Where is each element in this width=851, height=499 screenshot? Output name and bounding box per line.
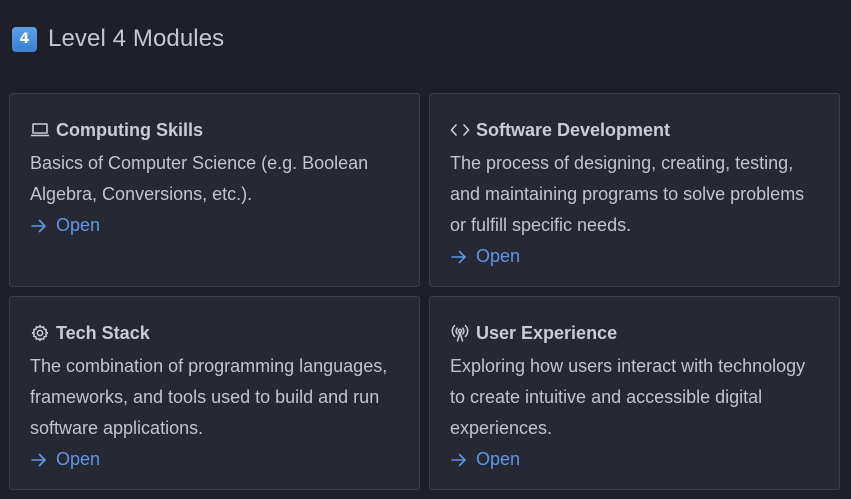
open-link-label: Open — [476, 449, 521, 469]
module-card-software-development: Software Development The process of desi… — [429, 93, 840, 287]
page-title: Level 4 Modules — [48, 25, 225, 52]
card-title: Tech Stack — [56, 322, 150, 343]
module-card-computing-skills: Computing Skills Basics of Computer Scie… — [9, 93, 420, 287]
arrow-right-icon — [451, 453, 466, 466]
card-title-row: User Experience — [450, 322, 819, 344]
page-header: 4 Level 4 Modules — [12, 25, 224, 53]
card-title-row: Computing Skills — [30, 119, 399, 141]
module-card-user-experience: User Experience Exploring how users inte… — [429, 296, 840, 490]
card-title-row: Software Development — [450, 119, 819, 141]
open-link[interactable]: Open — [450, 444, 520, 475]
open-link[interactable]: Open — [450, 241, 520, 272]
arrow-right-icon — [31, 219, 46, 232]
card-description: The process of designing, creating, test… — [450, 153, 805, 235]
arrow-right-icon — [31, 453, 46, 466]
card-description: Basics of Computer Science (e.g. Boolean… — [30, 153, 369, 204]
card-title: User Experience — [476, 322, 618, 343]
open-link[interactable]: Open — [30, 444, 100, 475]
open-link-label: Open — [56, 215, 101, 235]
open-link-label: Open — [56, 449, 101, 469]
level-badge-icon: 4 — [12, 26, 37, 52]
broadcast-icon — [450, 323, 470, 343]
gear-icon — [30, 323, 50, 343]
open-link[interactable]: Open — [30, 210, 100, 241]
code-brackets-icon — [450, 120, 470, 140]
arrow-right-icon — [451, 250, 466, 263]
card-title: Software Development — [476, 119, 671, 140]
card-description: Exploring how users interact with techno… — [450, 356, 806, 438]
module-card-tech-stack: Tech Stack The combination of programmin… — [9, 296, 420, 490]
card-title: Computing Skills — [56, 119, 204, 140]
open-link-label: Open — [476, 246, 521, 266]
modules-grid: Computing Skills Basics of Computer Scie… — [9, 93, 840, 490]
card-description: The combination of programming languages… — [30, 356, 388, 438]
card-title-row: Tech Stack — [30, 322, 399, 344]
laptop-icon — [30, 120, 50, 140]
